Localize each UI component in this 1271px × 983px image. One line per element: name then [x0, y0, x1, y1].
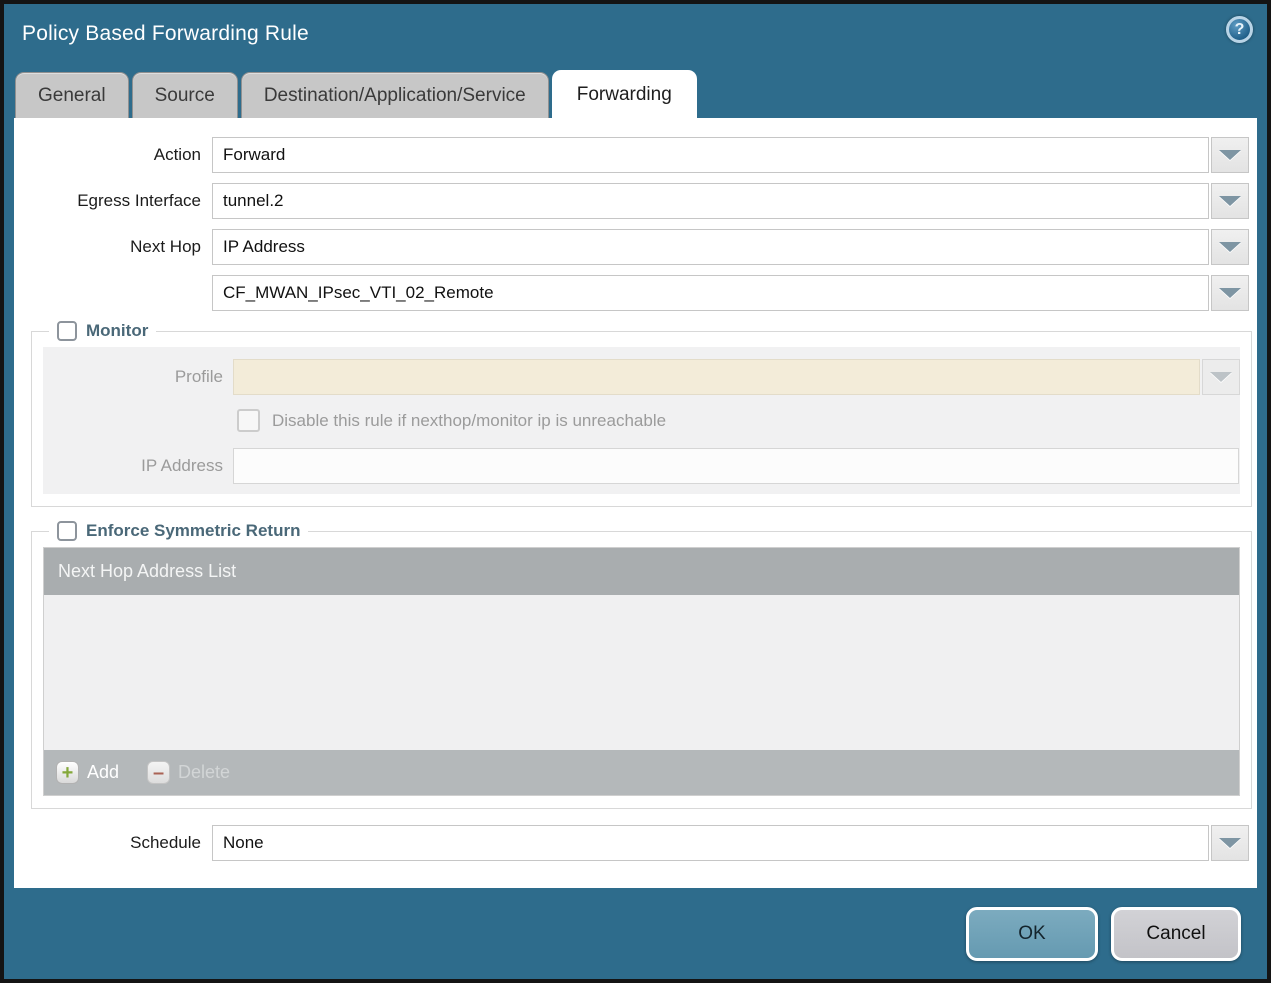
symmetric-return-legend: Enforce Symmetric Return: [49, 521, 308, 541]
tab-destination-application-service[interactable]: Destination/Application/Service: [241, 72, 549, 118]
chevron-down-icon: [1210, 372, 1232, 382]
chevron-down-icon: [1219, 838, 1241, 848]
schedule-dropdown-button[interactable]: [1211, 825, 1249, 861]
tab-forwarding[interactable]: Forwarding: [552, 70, 697, 118]
tab-source[interactable]: Source: [132, 72, 238, 118]
chevron-down-icon: [1219, 150, 1241, 160]
profile-label: Profile: [43, 367, 233, 387]
monitor-group: Monitor Profile Disable this rule if nex…: [31, 321, 1252, 507]
monitor-ip-address-label: IP Address: [43, 456, 233, 476]
monitor-ip-address-input: [233, 448, 1239, 484]
egress-interface-input[interactable]: [212, 183, 1209, 219]
next-hop-address-list-body[interactable]: [44, 595, 1239, 750]
action-dropdown-button[interactable]: [1211, 137, 1249, 173]
action-label: Action: [14, 145, 212, 165]
disable-rule-label: Disable this rule if nexthop/monitor ip …: [272, 411, 666, 431]
next-hop-address-table: Next Hop Address List + Add – Delete: [43, 547, 1240, 796]
next-hop-address-list-header: Next Hop Address List: [44, 548, 1239, 595]
cancel-button[interactable]: Cancel: [1111, 907, 1241, 961]
monitor-ip-address-row: IP Address: [43, 448, 1240, 484]
schedule-row: Schedule: [14, 825, 1249, 861]
tab-strip: General Source Destination/Application/S…: [4, 64, 1267, 118]
minus-icon: –: [147, 761, 170, 784]
schedule-input[interactable]: [212, 825, 1209, 861]
delete-button: – Delete: [147, 761, 230, 784]
next-hop-address-row: [14, 275, 1249, 311]
profile-row: Profile: [43, 359, 1240, 395]
monitor-legend: Monitor: [49, 321, 156, 341]
chevron-down-icon: [1219, 196, 1241, 206]
profile-dropdown-button: [1202, 359, 1240, 395]
next-hop-address-input[interactable]: [212, 275, 1209, 311]
next-hop-address-list-toolbar: + Add – Delete: [44, 750, 1239, 795]
chevron-down-icon: [1219, 242, 1241, 252]
monitor-panel: Profile Disable this rule if nexthop/mon…: [43, 347, 1240, 494]
dialog-title: Policy Based Forwarding Rule: [22, 22, 1226, 46]
profile-input: [233, 359, 1200, 395]
egress-interface-label: Egress Interface: [14, 191, 212, 211]
next-hop-type-input[interactable]: [212, 229, 1209, 265]
forwarding-tab-panel: Action Egress Interface Next Hop: [14, 118, 1257, 888]
egress-interface-dropdown-button[interactable]: [1211, 183, 1249, 219]
add-button[interactable]: + Add: [56, 761, 119, 784]
symmetric-return-checkbox[interactable]: [57, 521, 77, 541]
help-icon[interactable]: ?: [1226, 16, 1253, 43]
tab-general[interactable]: General: [15, 72, 129, 118]
monitor-checkbox[interactable]: [57, 321, 77, 341]
next-hop-type-dropdown-button[interactable]: [1211, 229, 1249, 265]
schedule-label: Schedule: [14, 833, 212, 853]
next-hop-address-dropdown-button[interactable]: [1211, 275, 1249, 311]
dialog-footer: OK Cancel: [4, 888, 1267, 979]
add-button-label: Add: [87, 762, 119, 783]
monitor-group-title: Monitor: [86, 321, 148, 341]
next-hop-label: Next Hop: [14, 237, 212, 257]
action-row: Action: [14, 137, 1249, 173]
chevron-down-icon: [1219, 288, 1241, 298]
action-input[interactable]: [212, 137, 1209, 173]
symmetric-return-group-title: Enforce Symmetric Return: [86, 521, 300, 541]
disable-rule-row: Disable this rule if nexthop/monitor ip …: [237, 409, 1240, 432]
ok-button[interactable]: OK: [966, 907, 1098, 961]
egress-interface-row: Egress Interface: [14, 183, 1249, 219]
plus-icon: +: [56, 761, 79, 784]
title-bar: Policy Based Forwarding Rule ?: [4, 4, 1267, 64]
next-hop-row: Next Hop: [14, 229, 1249, 265]
pbf-rule-dialog: Policy Based Forwarding Rule ? General S…: [0, 0, 1271, 983]
delete-button-label: Delete: [178, 762, 230, 783]
symmetric-return-group: Enforce Symmetric Return Next Hop Addres…: [31, 521, 1252, 809]
help-icon-glyph: ?: [1235, 21, 1245, 39]
disable-rule-checkbox: [237, 409, 260, 432]
